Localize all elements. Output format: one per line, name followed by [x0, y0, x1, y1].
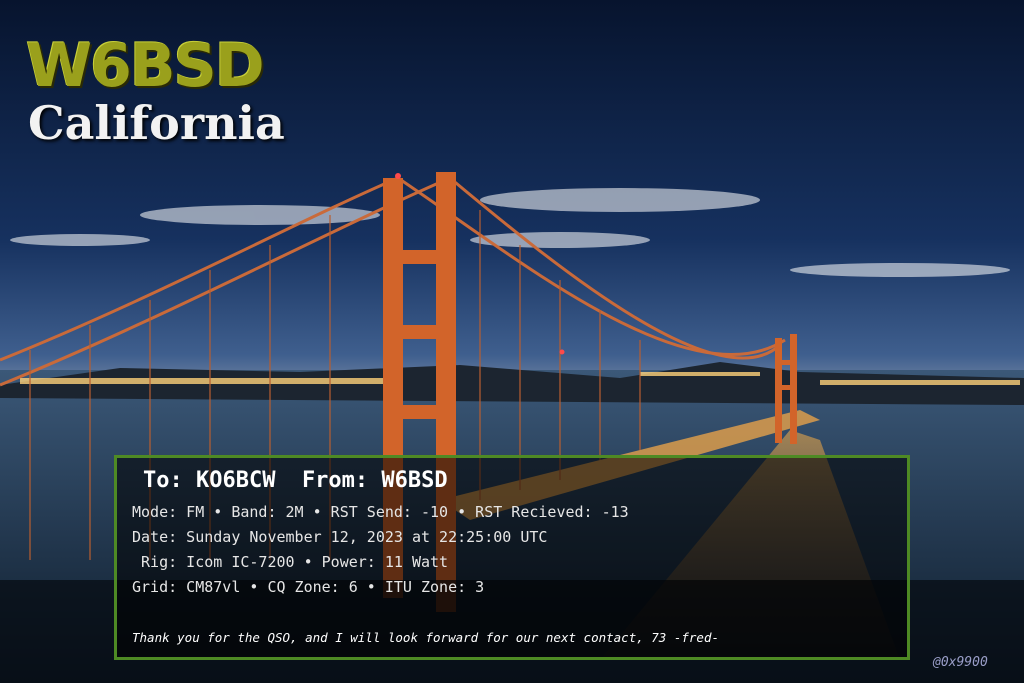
date-line: Date: Sunday November 12, 2023 at 22:25:… — [132, 528, 548, 546]
to-from-line: To: KO6BCW From: W6BSD — [143, 468, 448, 493]
credit-handle: @0x9900 — [933, 655, 988, 670]
qso-card: To: KO6BCW From: W6BSD Mode: FM • Band: … — [114, 455, 910, 660]
station-callsign: W6BSD — [26, 31, 265, 101]
mode-band-rst-line: Mode: FM • Band: 2M • RST Send: -10 • RS… — [132, 503, 629, 521]
rig-power-line: Rig: Icom IC-7200 • Power: 11 Watt — [132, 553, 449, 571]
station-state: California — [28, 96, 285, 150]
grid-zone-line: Grid: CM87vl • CQ Zone: 6 • ITU Zone: 3 — [132, 578, 485, 596]
thank-you-message: Thank you for the QSO, and I will look f… — [132, 630, 719, 645]
